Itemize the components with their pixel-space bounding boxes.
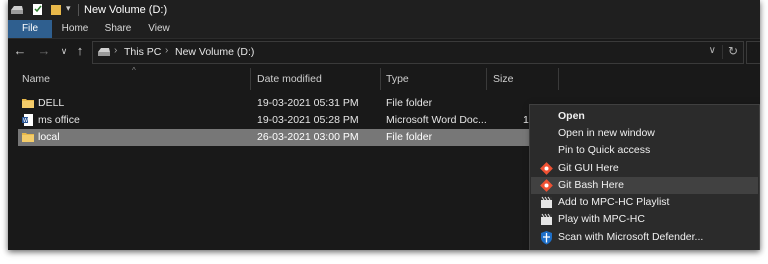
menu-item-add-to-mpc-hc-playlist[interactable]: Add to MPC-HC Playlist	[531, 194, 758, 211]
breadcrumb-arrow-icon[interactable]: ›	[165, 45, 168, 56]
mpc-hc-icon	[541, 196, 552, 208]
column-divider[interactable]	[486, 68, 487, 90]
git-icon	[540, 162, 553, 175]
menu-item-git-bash-here[interactable]: Git Bash Here	[531, 177, 758, 194]
column-header-size[interactable]: Size	[493, 73, 513, 85]
ribbon-tabs: File Home Share View	[8, 20, 760, 39]
folder-icon	[22, 99, 34, 108]
column-divider[interactable]	[558, 68, 559, 90]
mpc-hc-icon	[541, 213, 552, 225]
menu-item-scan-with-defender[interactable]: Scan with Microsoft Defender...	[531, 229, 758, 246]
properties-icon[interactable]	[32, 3, 44, 16]
tab-file[interactable]: File	[8, 20, 52, 38]
refresh-icon[interactable]: ↻	[728, 44, 738, 58]
file-type: Microsoft Word Doc...	[386, 114, 487, 126]
column-divider[interactable]	[250, 68, 251, 90]
menu-item-git-gui-here[interactable]: Git GUI Here	[531, 160, 758, 177]
menu-item-label: Open in new window	[558, 127, 655, 139]
menu-item-label: Pin to Quick access	[558, 144, 651, 156]
context-menu: Open Open in new window Pin to Quick acc…	[529, 104, 760, 250]
file-name: DELL	[38, 97, 65, 109]
menu-item-play-with-mpc-hc[interactable]: Play with MPC-HC	[531, 211, 758, 228]
recent-locations-button[interactable]: ∨	[56, 43, 72, 59]
word-document-icon: W	[22, 114, 33, 126]
menu-item-label: Open	[558, 110, 585, 122]
explorer-window: ▾ New Volume (D:) File Home Share View ←…	[8, 0, 760, 250]
folder-icon	[22, 133, 34, 142]
menu-item-label: Scan with Microsoft Defender...	[558, 231, 704, 243]
column-divider[interactable]	[380, 68, 381, 90]
drive-icon[interactable]	[10, 3, 24, 16]
file-name: local	[38, 131, 60, 143]
breadcrumb-new-volume[interactable]: New Volume (D:)	[175, 46, 254, 58]
menu-item-pin-to-quick-access[interactable]: Pin to Quick access	[531, 142, 758, 159]
git-icon	[540, 179, 553, 192]
title-separator	[78, 4, 79, 16]
search-box[interactable]	[746, 41, 760, 64]
breadcrumb-this-pc[interactable]: This PC	[124, 46, 161, 58]
defender-shield-icon	[541, 231, 552, 245]
file-name: ms office	[38, 114, 80, 126]
menu-item-open-in-new-window[interactable]: Open in new window	[531, 125, 758, 142]
back-button[interactable]: ←	[12, 43, 28, 59]
address-divider	[722, 45, 723, 59]
title-bar: ▾ New Volume (D:)	[8, 0, 760, 20]
breadcrumb-arrow-icon[interactable]: ›	[114, 45, 117, 56]
sort-ascending-icon: ^	[132, 66, 136, 75]
column-header-date-modified[interactable]: Date modified	[257, 73, 322, 85]
address-dropdown-icon[interactable]: ∨	[709, 45, 716, 56]
file-type: File folder	[386, 131, 433, 143]
svg-text:W: W	[23, 118, 28, 124]
column-header-type[interactable]: Type	[386, 73, 409, 85]
file-date: 19-03-2021 05:28 PM	[257, 114, 359, 126]
menu-item-label: Add to MPC-HC Playlist	[558, 196, 670, 208]
tab-home[interactable]: Home	[58, 20, 92, 38]
tab-share[interactable]: Share	[100, 20, 136, 38]
file-date: 19-03-2021 05:31 PM	[257, 97, 359, 109]
menu-item-label: Play with MPC-HC	[558, 213, 645, 225]
navigation-bar: ← → ∨ ↑ › This PC › New Volume (D:) ∨ ↻	[8, 39, 760, 65]
window-title: New Volume (D:)	[84, 4, 168, 16]
menu-item-label: Git GUI Here	[558, 162, 619, 174]
menu-item-open[interactable]: Open	[531, 108, 758, 125]
column-headers: ^ Name Date modified Type Size	[8, 66, 760, 90]
column-header-name[interactable]: Name	[22, 73, 50, 85]
menu-item-label: Git Bash Here	[558, 179, 624, 191]
file-type: File folder	[386, 97, 433, 109]
file-date: 26-03-2021 03:00 PM	[257, 131, 359, 143]
tab-view[interactable]: View	[144, 20, 174, 38]
up-button[interactable]: ↑	[72, 43, 88, 59]
drive-icon	[98, 48, 110, 56]
quick-access-dropdown-icon[interactable]: ▾	[66, 3, 71, 16]
new-folder-icon[interactable]	[50, 3, 62, 16]
forward-button[interactable]: →	[36, 43, 52, 59]
address-bar[interactable]: › This PC › New Volume (D:) ∨ ↻	[92, 41, 744, 64]
